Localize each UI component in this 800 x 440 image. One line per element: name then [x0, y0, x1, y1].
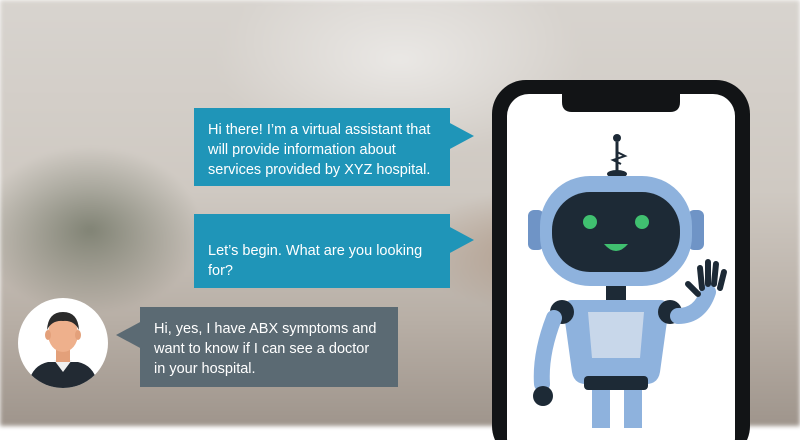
user-message-1: Hi, yes, I have ABX symptoms and want to… [116, 307, 398, 387]
bot-message-2-text: Let’s begin. What are you looking for? [208, 243, 423, 279]
user-avatar-icon [18, 298, 108, 388]
bubble-tail [116, 321, 142, 349]
user-message-1-text: Hi, yes, I have ABX symptoms and want to… [154, 321, 377, 377]
robot-illustration [528, 134, 727, 428]
bubble-tail [448, 122, 474, 150]
bot-message-1: Hi there! I’m a virtual assistant that w… [194, 108, 474, 186]
bubble-tail [448, 226, 474, 254]
bot-message-2: Let’s begin. What are you looking for? [194, 214, 474, 288]
bot-message-1-text: Hi there! I’m a virtual assistant that w… [208, 122, 431, 178]
